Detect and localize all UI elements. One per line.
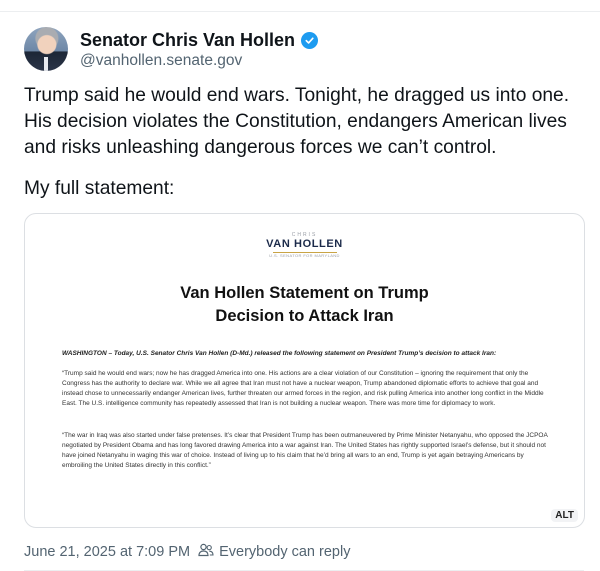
author-display-name[interactable]: Senator Chris Van Hollen	[80, 30, 295, 51]
statement-paragraph-1: “Trump said he would end wars; now he ha…	[62, 370, 544, 407]
reply-setting-label: Everybody can reply	[219, 544, 351, 560]
statement-image[interactable]: CHRIS VAN HOLLEN U.S. SENATOR FOR MARYLA…	[24, 213, 585, 528]
logo-main-text: VAN HOLLEN	[266, 238, 343, 250]
alt-text-button[interactable]: ALT	[551, 509, 578, 522]
van-hollen-logo: CHRIS VAN HOLLEN U.S. SENATOR FOR MARYLA…	[25, 232, 584, 258]
author-name-row: Senator Chris Van Hollen	[80, 30, 319, 51]
post-timestamp[interactable]: June 21, 2025 at 7:09 PM	[24, 544, 190, 560]
statement-title: Van Hollen Statement on Trump Decision t…	[180, 284, 429, 325]
statement-label: My full statement:	[24, 178, 175, 199]
post-text: Trump said he would end wars. Tonight, h…	[24, 85, 570, 158]
verified-badge-icon	[301, 32, 319, 49]
post-meta: June 21, 2025 at 7:09 PM Everybody can r…	[24, 543, 350, 561]
top-divider	[0, 11, 600, 12]
reply-setting: Everybody can reply	[198, 543, 350, 561]
statement-dateline: WASHINGTON – Today, U.S. Senator Chris V…	[62, 350, 497, 357]
avatar[interactable]	[24, 27, 68, 71]
logo-sub-text: U.S. SENATOR FOR MARYLAND	[269, 253, 340, 258]
people-icon	[198, 543, 214, 561]
author-handle[interactable]: @vanhollen.senate.gov	[80, 52, 242, 70]
statement-paragraph-2: “The war in Iraq was also started under …	[62, 432, 548, 469]
